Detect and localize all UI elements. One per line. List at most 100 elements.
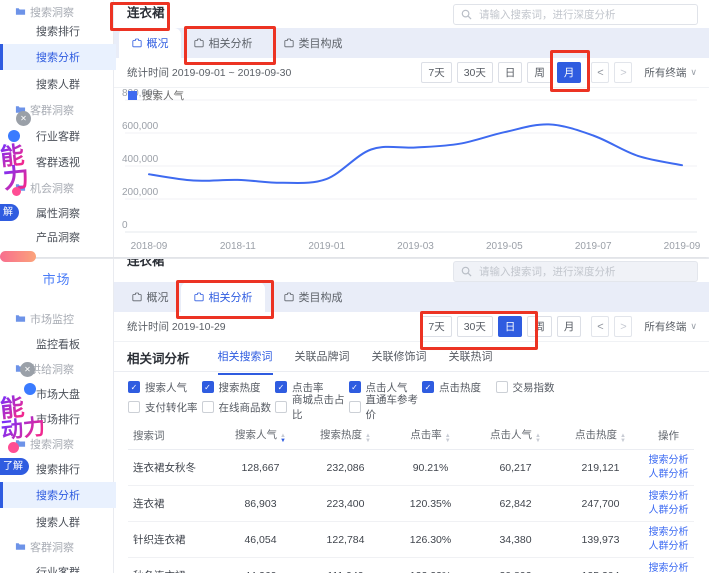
search-icon <box>461 266 472 277</box>
period-week-button[interactable]: 周 <box>527 62 552 83</box>
prev-arrow-button[interactable]: < <box>591 62 609 83</box>
tab-category-composition[interactable]: 类目构成 <box>265 28 361 58</box>
search-box-top[interactable] <box>453 4 698 25</box>
period-day-button[interactable]: 日 <box>498 62 523 83</box>
filter-search-heat[interactable]: ✓搜索热度 <box>202 377 276 397</box>
sidebar-item-attribute-insight[interactable]: 属性洞察 <box>0 201 113 225</box>
sidebar-item-search-insight[interactable]: 搜索洞察 <box>0 432 113 456</box>
sidebar-item-industry-customer[interactable]: 行业客群 <box>0 124 113 148</box>
search-input-top[interactable] <box>477 8 697 22</box>
next-arrow-button[interactable]: > <box>614 62 632 83</box>
main-bottom: 连衣裙 概况 相关分析 类目构成 统计时间 2019-10-29 7天 30天 … <box>113 259 709 573</box>
legend-swatch <box>128 91 137 100</box>
svg-text:2019-07: 2019-07 <box>575 241 612 252</box>
period-day-button[interactable]: 日 <box>498 316 523 337</box>
sidebar-item-search-rank[interactable]: 搜索排行 <box>0 19 113 43</box>
svg-text:2019-01: 2019-01 <box>308 241 345 252</box>
sidebar-item-opportunity-insight[interactable]: 机会洞察 <box>0 176 113 200</box>
sidebar-item-search-crowd[interactable]: 搜索人群 <box>0 510 113 534</box>
col-search-popularity[interactable]: 搜索人气▲▼ <box>218 421 303 450</box>
sidebar-item-customer-insight[interactable]: 客群洞察 <box>0 98 113 122</box>
period-week-button[interactable]: 周 <box>527 316 552 337</box>
folder-icon <box>15 541 26 552</box>
period-month-button[interactable]: 月 <box>557 62 582 83</box>
crowd-analysis-link[interactable]: 人群分析 <box>644 540 693 554</box>
word-tab-brand[interactable]: 关联品牌词 <box>295 348 350 373</box>
filter-search-popularity[interactable]: ✓搜索人气 <box>128 377 202 397</box>
clipboard-icon <box>132 38 142 48</box>
crowd-analysis-link[interactable]: 人群分析 <box>644 468 693 482</box>
terminal-dropdown[interactable]: 所有终端∨ <box>644 65 697 80</box>
sidebar-item-search-analysis[interactable]: 搜索分析 <box>0 44 116 70</box>
search-analysis-link[interactable]: 搜索分析 <box>644 490 693 504</box>
search-analysis-link[interactable]: 搜索分析 <box>644 562 693 573</box>
next-arrow-button[interactable]: > <box>614 316 632 337</box>
filter-pay-conversion[interactable]: 支付转化率 <box>128 397 202 417</box>
sort-icon[interactable]: ▲▼ <box>445 434 451 444</box>
period-7d-button[interactable]: 7天 <box>421 316 451 337</box>
filter-trade-index[interactable]: 交易指数 <box>496 377 570 397</box>
search-analysis-link[interactable]: 搜索分析 <box>644 526 693 540</box>
sidebar-item-market-monitor[interactable]: 市场监控 <box>0 307 113 331</box>
sidebar-item-product-insight[interactable]: 产品洞察 <box>0 225 113 249</box>
svg-text:600,000: 600,000 <box>122 121 159 132</box>
col-click-rate[interactable]: 点击率▲▼ <box>388 421 473 450</box>
stat-time-value: 2019-10-29 <box>172 321 226 333</box>
sidebar-item-market-rank[interactable]: 市场排行 <box>0 407 113 431</box>
period-30d-button[interactable]: 30天 <box>457 316 493 337</box>
toolbar-top: 统计时间 2019-09-01 ~ 2019-09-30 7天 30天 日 周 … <box>113 58 709 88</box>
period-month-button[interactable]: 月 <box>557 316 582 337</box>
filter-click-heat[interactable]: ✓点击热度 <box>422 377 496 397</box>
terminal-dropdown[interactable]: 所有终端∨ <box>644 319 697 334</box>
sidebar-top: 搜索洞察 搜索排行 搜索分析 搜索人群 客群洞察 行业客群 客群透视 机会洞察 … <box>0 0 114 257</box>
sidebar-item-search-crowd[interactable]: 搜索人群 <box>0 72 113 96</box>
search-analysis-link[interactable]: 搜索分析 <box>644 454 693 468</box>
sidebar-item-industry-customer[interactable]: 行业客群 <box>0 560 113 573</box>
legend-label: 搜索人气 <box>142 88 184 103</box>
filter-mall-click-share[interactable]: 商城点击占比 <box>275 397 349 417</box>
sidebar-header-market[interactable]: 市场 <box>0 269 113 288</box>
col-search-heat[interactable]: 搜索热度▲▼ <box>303 421 388 450</box>
checkbox-icon <box>349 401 361 413</box>
table-row: 秋冬连衣裙 44,269 111,949 122.22% 30,892 125,… <box>128 558 694 573</box>
keyword-title: 连衣裙 <box>127 0 165 26</box>
sidebar-item-supply-insight[interactable]: 供给洞察 <box>0 357 113 381</box>
sort-icon[interactable]: ▲▼ <box>280 434 286 444</box>
filter-ztc-ref-price[interactable]: 直通车参考价 <box>349 397 423 417</box>
clipboard-icon <box>284 38 294 48</box>
prev-arrow-button[interactable]: < <box>591 316 609 337</box>
folder-icon <box>15 104 26 115</box>
sidebar-item-search-analysis[interactable]: 搜索分析 <box>0 482 116 508</box>
period-30d-button[interactable]: 30天 <box>457 62 493 83</box>
tab-category-composition[interactable]: 类目构成 <box>265 282 361 312</box>
tab-overview[interactable]: 概况 <box>119 282 181 312</box>
filter-online-products[interactable]: 在线商品数 <box>202 397 276 417</box>
col-click-heat[interactable]: 点击热度▲▼ <box>558 421 643 450</box>
sort-icon[interactable]: ▲▼ <box>365 434 371 444</box>
svg-text:2019-03: 2019-03 <box>397 241 434 252</box>
sidebar-item-monitor-board[interactable]: 监控看板 <box>0 332 113 356</box>
col-click-popularity[interactable]: 点击人气▲▼ <box>473 421 558 450</box>
sidebar-item-customer-perspective[interactable]: 客群透视 <box>0 150 113 174</box>
search-input-bottom[interactable] <box>477 265 697 279</box>
word-tab-related-search[interactable]: 相关搜索词 <box>218 348 273 375</box>
word-tab-hot[interactable]: 关联热词 <box>449 348 493 373</box>
sidebar-item-market-overview[interactable]: 市场大盘 <box>0 382 113 406</box>
tab-related-analysis[interactable]: 相关分析 <box>181 282 265 312</box>
word-tab-modifier[interactable]: 关联修饰词 <box>372 348 427 373</box>
checkbox-icon <box>202 401 214 413</box>
sort-icon[interactable]: ▲▼ <box>535 434 541 444</box>
sort-icon[interactable]: ▲▼ <box>620 434 626 444</box>
tab-overview[interactable]: 概况 <box>119 28 181 58</box>
svg-text:2018-11: 2018-11 <box>220 241 256 252</box>
tab-related-analysis[interactable]: 相关分析 <box>181 28 265 58</box>
table-row: 针织连衣裙 46,054 122,784 126.30% 34,380 139,… <box>128 522 694 558</box>
crowd-analysis-link[interactable]: 人群分析 <box>644 504 693 518</box>
tabbar-bottom: 概况 相关分析 类目构成 <box>113 282 709 312</box>
sidebar-item-search-rank[interactable]: 搜索排行 <box>0 457 113 481</box>
search-box-bottom[interactable] <box>453 261 698 282</box>
sidebar-item-customer-insight[interactable]: 客群洞察 <box>0 535 113 559</box>
col-search-word: 搜索词 <box>128 421 218 450</box>
svg-text:400,000: 400,000 <box>122 154 159 165</box>
period-7d-button[interactable]: 7天 <box>421 62 451 83</box>
